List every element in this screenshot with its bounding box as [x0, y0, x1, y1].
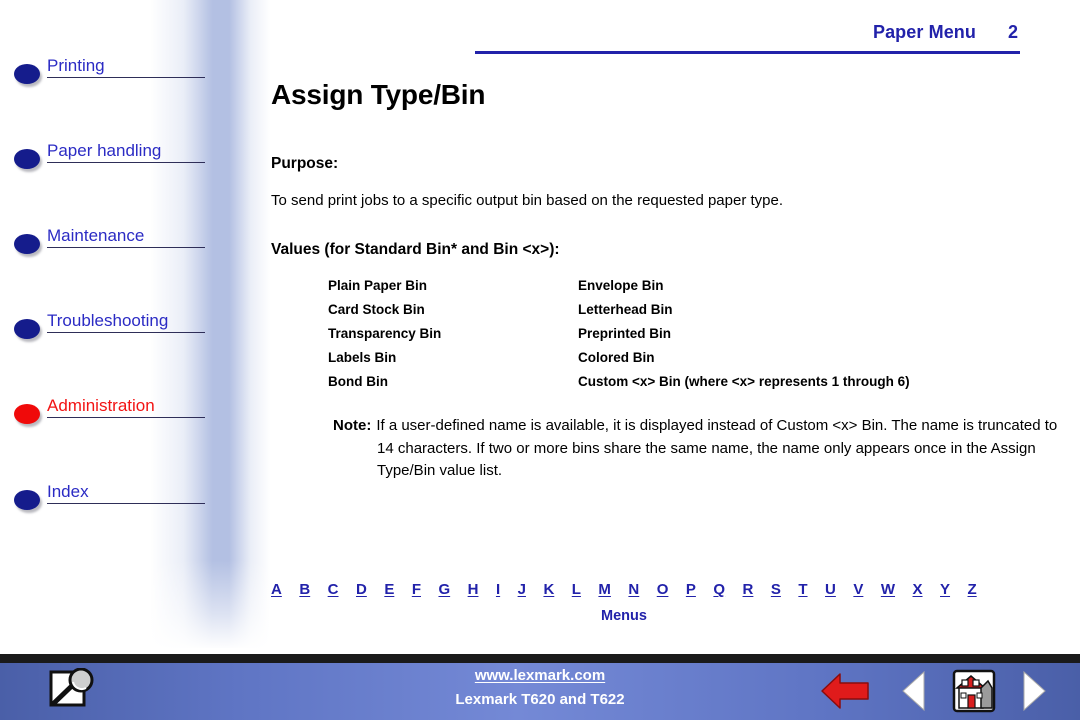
- home-icon[interactable]: [948, 667, 1000, 715]
- alpha-link-v[interactable]: V: [853, 581, 863, 598]
- value-cell: Transparency Bin: [328, 326, 442, 341]
- alpha-link-t[interactable]: T: [798, 581, 807, 598]
- sidebar-gradient-fade-decoration: [150, 560, 270, 650]
- sidebar: Printing Paper handling Maintenance Trou…: [0, 0, 270, 650]
- note-label: Note:: [333, 417, 372, 434]
- sidebar-item-label: Printing: [47, 56, 105, 75]
- value-cell: Custom <x> Bin (where <x> represents 1 t…: [578, 374, 910, 389]
- alpha-link-d[interactable]: D: [356, 581, 367, 598]
- sidebar-item-rule: [47, 503, 205, 504]
- alpha-link-u[interactable]: U: [825, 581, 836, 598]
- alpha-link-a[interactable]: A: [271, 581, 282, 598]
- sidebar-item-administration[interactable]: Administration: [0, 395, 268, 439]
- alpha-link-y[interactable]: Y: [940, 581, 950, 598]
- bullet-icon: [14, 64, 40, 84]
- sidebar-item-maintenance[interactable]: Maintenance: [0, 225, 268, 269]
- purpose-heading: Purpose:: [271, 155, 339, 172]
- header-page-number: 2: [1007, 22, 1018, 42]
- sidebar-item-rule: [47, 77, 205, 78]
- alpha-link-q[interactable]: Q: [713, 581, 725, 598]
- table-row: Bond Bin Custom <x> Bin (where <x> repre…: [328, 374, 910, 398]
- alpha-link-j[interactable]: J: [518, 581, 526, 598]
- footer-bar: www.lexmark.com Lexmark T620 and T622: [0, 663, 1080, 720]
- alphabet-index: A B C D E F G H I J K L M N O P Q R S T …: [271, 581, 977, 598]
- value-cell: Envelope Bin: [578, 278, 664, 293]
- sidebar-item-label: Maintenance: [47, 226, 145, 245]
- sidebar-item-label: Index: [47, 482, 89, 501]
- alpha-link-x[interactable]: X: [913, 581, 923, 598]
- sidebar-item-paper-handling[interactable]: Paper handling: [0, 140, 268, 184]
- value-cell: Letterhead Bin: [578, 302, 673, 317]
- sidebar-item-troubleshooting[interactable]: Troubleshooting: [0, 310, 268, 354]
- sidebar-item-rule: [47, 417, 205, 418]
- value-cell: Bond Bin: [328, 374, 388, 389]
- menus-link[interactable]: Menus: [271, 608, 977, 624]
- alpha-link-s[interactable]: S: [771, 581, 781, 598]
- table-row: Transparency Bin Preprinted Bin: [328, 326, 910, 350]
- note-block: Note: If a user-defined name is available…: [333, 415, 1072, 483]
- table-row: Card Stock Bin Letterhead Bin: [328, 302, 910, 326]
- bullet-icon: [14, 319, 40, 339]
- values-table: Plain Paper Bin Envelope Bin Card Stock …: [328, 278, 910, 398]
- alpha-link-f[interactable]: F: [412, 581, 421, 598]
- header-row: Paper Menu 2: [475, 22, 1020, 43]
- main-content: Assign Type/Bin Purpose: To send print j…: [271, 78, 1057, 483]
- bullet-icon: [14, 149, 40, 169]
- alpha-link-r[interactable]: R: [743, 581, 754, 598]
- footer-black-bar: [0, 654, 1080, 663]
- table-row: Labels Bin Colored Bin: [328, 350, 910, 374]
- sidebar-item-printing[interactable]: Printing: [0, 55, 268, 99]
- alpha-link-z[interactable]: Z: [968, 581, 977, 598]
- alpha-link-g[interactable]: G: [438, 581, 450, 598]
- sidebar-item-index[interactable]: Index: [0, 481, 268, 525]
- header-section-title: Paper Menu: [872, 22, 976, 42]
- bullet-icon: [14, 404, 40, 424]
- alpha-link-i[interactable]: I: [496, 581, 500, 598]
- value-cell: Card Stock Bin: [328, 302, 425, 317]
- alpha-link-n[interactable]: N: [628, 581, 639, 598]
- purpose-text: To send print jobs to a specific output …: [271, 192, 784, 209]
- alpha-link-w[interactable]: W: [881, 581, 895, 598]
- header-divider: [475, 51, 1020, 54]
- alpha-link-e[interactable]: E: [384, 581, 394, 598]
- alpha-link-m[interactable]: M: [598, 581, 611, 598]
- sidebar-item-rule: [47, 332, 205, 333]
- alpha-link-c[interactable]: C: [328, 581, 339, 598]
- bullet-icon: [14, 490, 40, 510]
- value-cell: Plain Paper Bin: [328, 278, 428, 293]
- note-text: If a user-defined name is available, it …: [376, 417, 1058, 479]
- previous-page-icon[interactable]: [898, 667, 932, 715]
- value-cell: Labels Bin: [328, 350, 397, 365]
- lexmark-url-link[interactable]: www.lexmark.com: [475, 667, 605, 684]
- sidebar-item-rule: [47, 247, 205, 248]
- next-page-icon[interactable]: [1016, 667, 1050, 715]
- value-cell: Preprinted Bin: [578, 326, 672, 341]
- sidebar-item-label: Troubleshooting: [47, 311, 169, 330]
- page-header: Paper Menu 2: [475, 22, 1020, 54]
- alpha-link-b[interactable]: B: [299, 581, 310, 598]
- values-heading: Values (for Standard Bin* and Bin <x>):: [271, 241, 560, 258]
- page-title: Assign Type/Bin: [271, 79, 486, 110]
- value-cell: Colored Bin: [578, 350, 655, 365]
- sidebar-item-rule: [47, 162, 205, 163]
- sidebar-item-label: Administration: [47, 396, 155, 415]
- back-arrow-icon[interactable]: [818, 667, 872, 715]
- alpha-link-p[interactable]: P: [686, 581, 696, 598]
- alpha-link-k[interactable]: K: [543, 581, 554, 598]
- bullet-icon: [14, 234, 40, 254]
- table-row: Plain Paper Bin Envelope Bin: [328, 278, 910, 302]
- sidebar-item-label: Paper handling: [47, 141, 162, 160]
- alpha-link-h[interactable]: H: [468, 581, 479, 598]
- alpha-link-l[interactable]: L: [572, 581, 581, 598]
- alpha-link-o[interactable]: O: [657, 581, 669, 598]
